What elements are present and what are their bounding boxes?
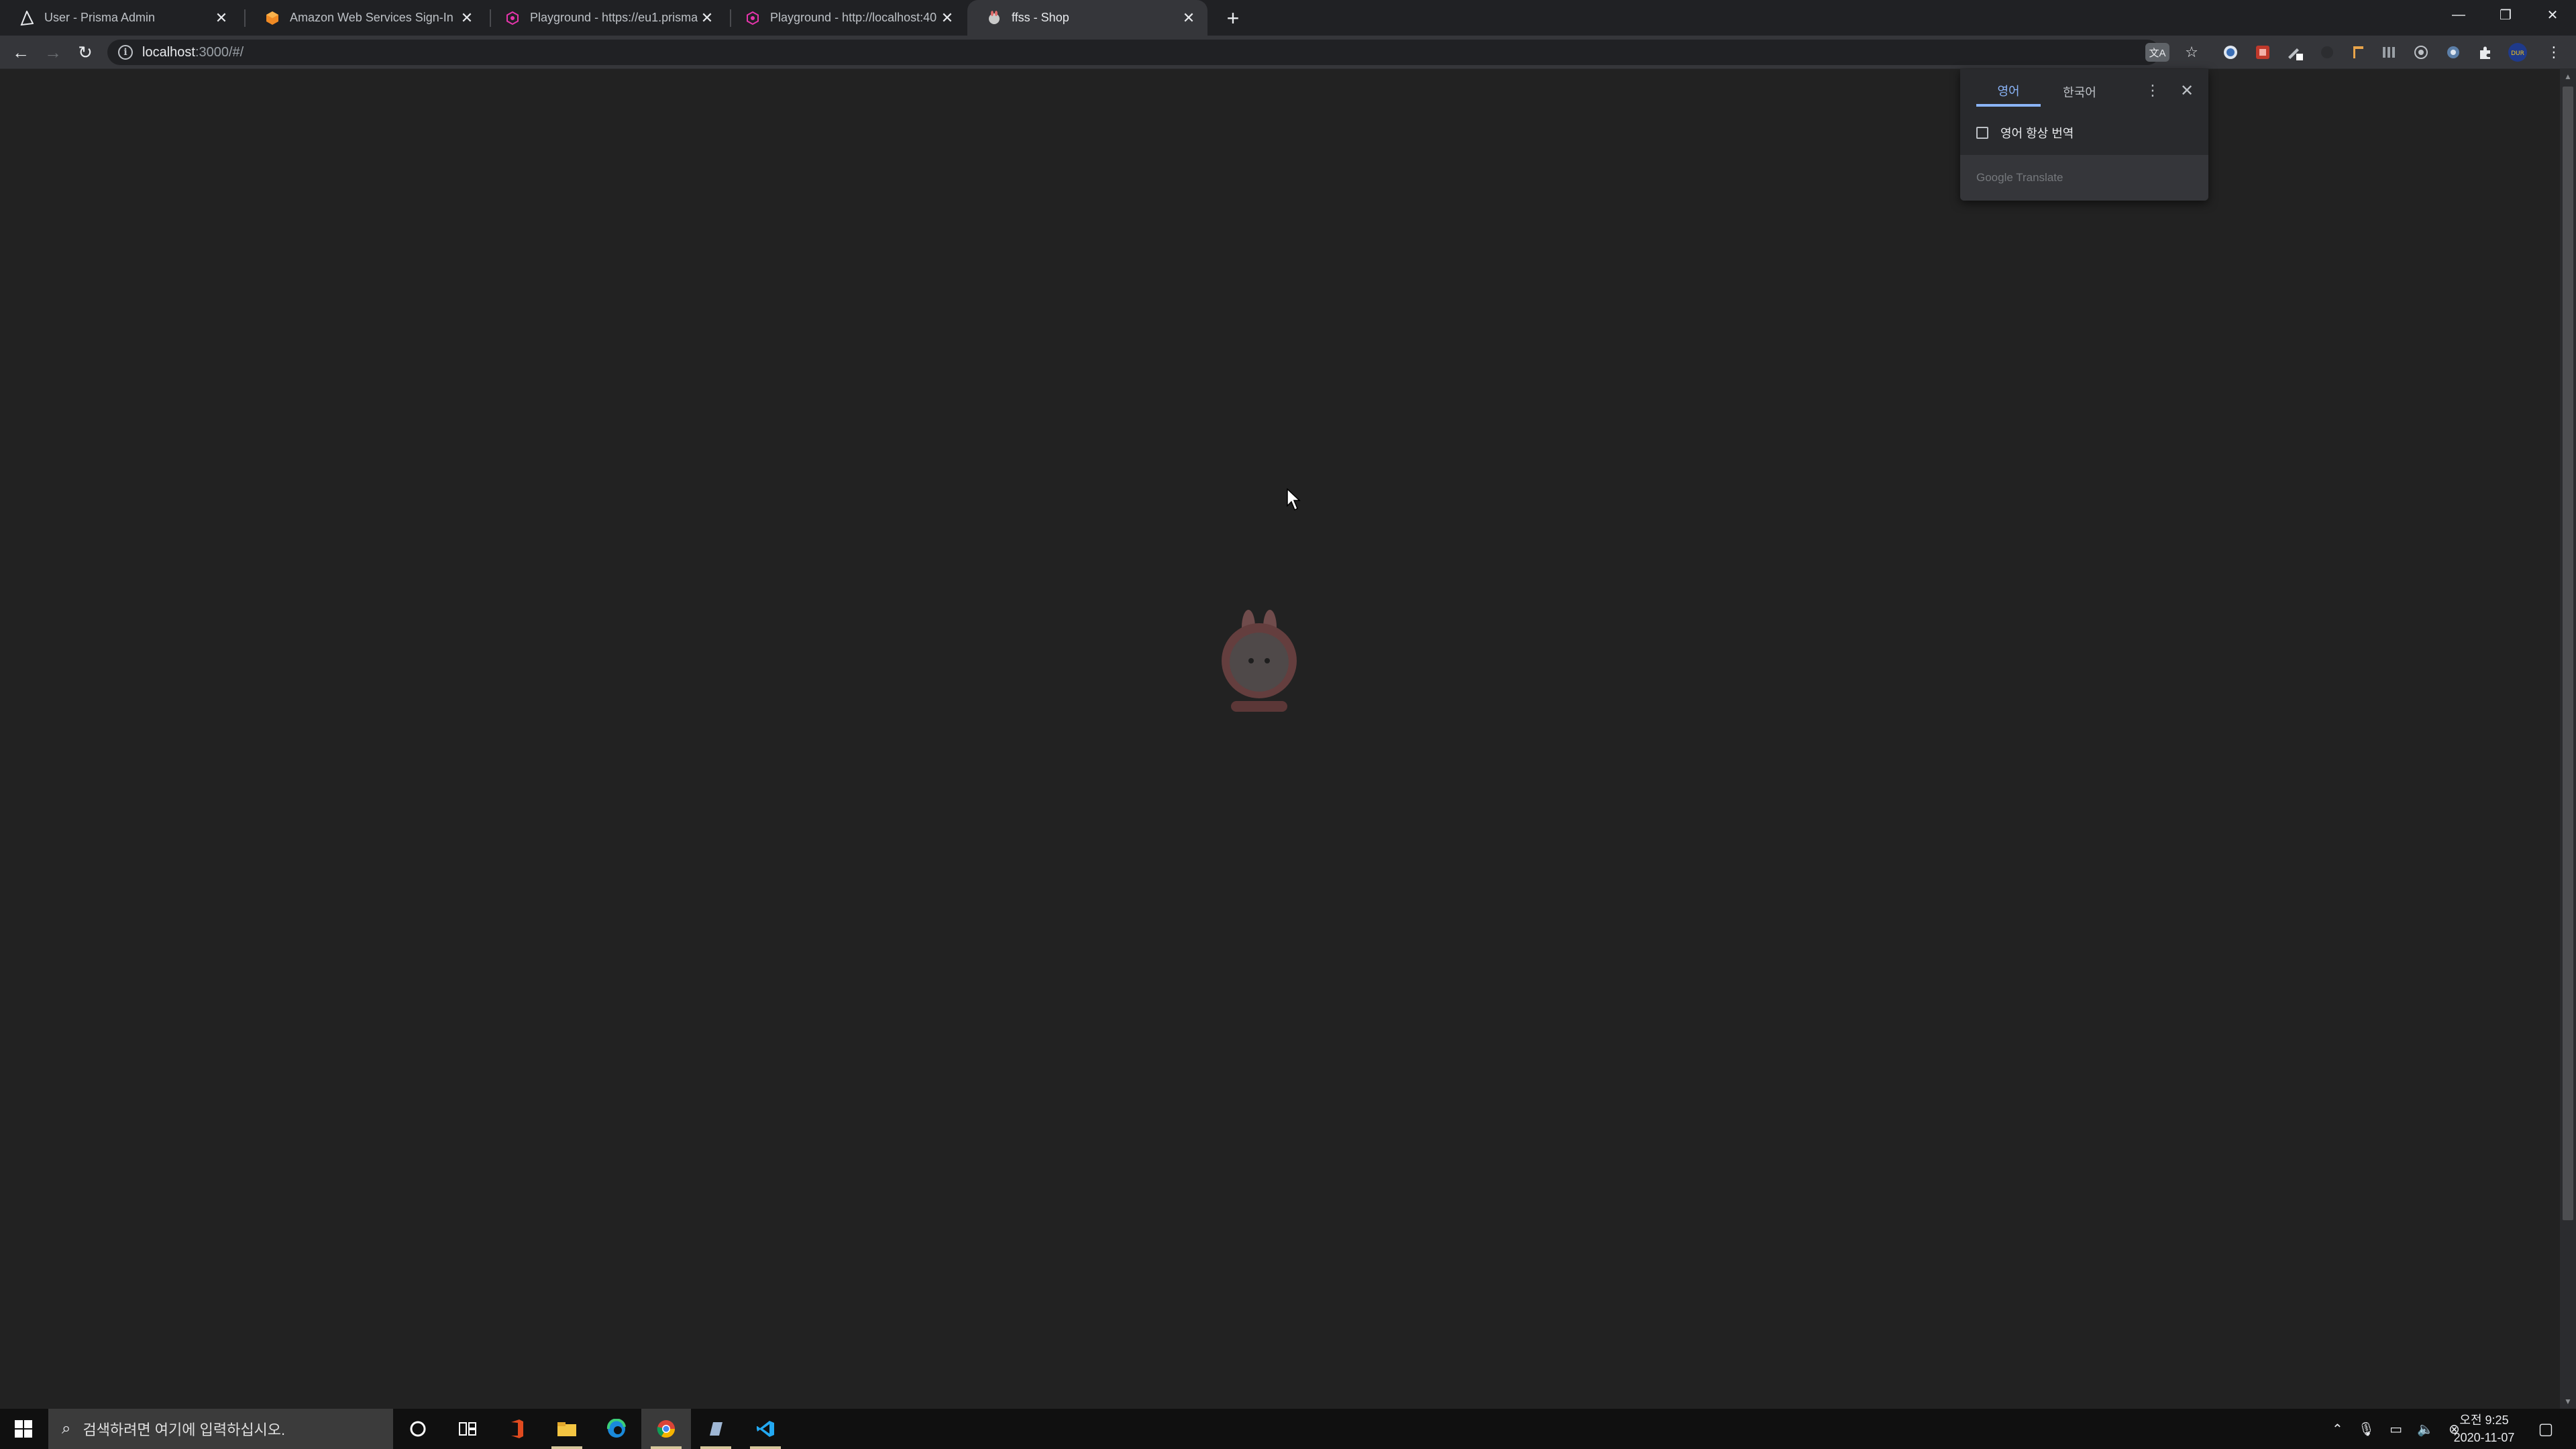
notes-app-icon[interactable] (691, 1409, 741, 1449)
chrome-icon[interactable] (641, 1409, 691, 1449)
scroll-down-icon[interactable]: ▼ (2560, 1394, 2576, 1409)
scrollbar-thumb[interactable] (2563, 87, 2573, 1220)
always-translate-label: 영어 항상 번역 (2000, 127, 2074, 140)
extension-flag-icon[interactable] (2348, 42, 2368, 62)
cortana-icon[interactable] (393, 1409, 443, 1449)
translate-footer: Google Translate (1960, 155, 2208, 201)
translate-more-options-icon[interactable]: ⋮ (2143, 78, 2163, 103)
forward-button[interactable]: → (42, 41, 64, 64)
profile-avatar-icon[interactable]: DUR (2508, 42, 2528, 62)
tab-title: Amazon Web Services Sign-In (290, 11, 453, 24)
translate-close-icon[interactable]: ✕ (2175, 78, 2199, 103)
windows-taskbar: ⌕ 검색하려면 여기에 입력하십시오. ⌃ 🎙 ▭ 🔈 ⊗ 오전 9:25 20… (0, 1409, 2576, 1449)
rabbit-mascot-icon (1222, 610, 1297, 712)
vscode-icon[interactable] (741, 1409, 790, 1449)
extensions-puzzle-icon[interactable] (2475, 42, 2496, 62)
translate-tab-korean[interactable]: 한국어 (2047, 77, 2112, 107)
translate-popup: 영어 한국어 ⋮ ✕ 영어 항상 번역 Google Translate (1960, 69, 2208, 201)
close-window-button[interactable]: ✕ (2529, 0, 2576, 30)
bookmark-star-icon[interactable]: ☆ (2180, 41, 2203, 64)
start-button[interactable] (0, 1409, 47, 1449)
windows-logo-icon (15, 1420, 32, 1438)
tab-close-icon[interactable]: ✕ (212, 9, 231, 28)
back-button[interactable]: ← (9, 41, 32, 64)
translate-icon[interactable]: 文A (2145, 43, 2169, 62)
graphql-icon (504, 10, 521, 26)
url-host: localhost (142, 44, 195, 60)
shop-icon (986, 10, 1002, 26)
always-translate-option[interactable]: 영어 항상 번역 (1976, 124, 2074, 142)
tab-strip: User - Prisma Admin ✕ Amazon Web Service… (0, 0, 2576, 36)
tab-title: ffss - Shop (1012, 11, 1069, 24)
extension-red-icon[interactable] (2253, 42, 2273, 62)
network-icon[interactable]: ▭ (2390, 1421, 2402, 1438)
tab-ffss-shop[interactable]: ffss - Shop ✕ (967, 0, 1208, 36)
taskbar-search-box[interactable]: ⌕ 검색하려면 여기에 입력하십시오. (48, 1409, 393, 1449)
google-translate-label: Google Translate (1976, 171, 2063, 184)
always-translate-checkbox[interactable] (1976, 127, 1988, 139)
page-scrollbar[interactable]: ▲ ▼ (2560, 69, 2576, 1409)
new-tab-button[interactable]: + (1220, 6, 1246, 30)
browser-menu-icon[interactable]: ⋮ (2542, 41, 2565, 64)
extension-gear-icon[interactable] (2443, 42, 2463, 62)
action-center-icon[interactable]: ▢ (2529, 1409, 2563, 1449)
tray-overflow-chevron-icon[interactable]: ⌃ (2332, 1421, 2343, 1438)
mouse-cursor-icon (1287, 488, 1301, 511)
microphone-icon[interactable]: 🎙 (2358, 1421, 2375, 1438)
clock-time: 오전 9:25 (2459, 1413, 2509, 1427)
search-icon: ⌕ (62, 1419, 71, 1438)
tab-close-icon[interactable]: ✕ (698, 9, 716, 28)
extension-dark-icon[interactable] (2317, 42, 2337, 62)
translate-tab-english[interactable]: 영어 (1976, 77, 2041, 107)
graphql-icon (745, 10, 761, 26)
page-content (0, 69, 2560, 1409)
site-info-icon[interactable]: i (118, 45, 133, 60)
tab-playground-eu1[interactable]: Playground - https://eu1.prisma ✕ (486, 0, 726, 36)
tab-title: Playground - https://eu1.prisma (530, 11, 698, 24)
tab-close-icon[interactable]: ✕ (458, 9, 476, 28)
file-explorer-icon[interactable] (542, 1409, 592, 1449)
tab-playground-localhost[interactable]: Playground - http://localhost:40 ✕ (726, 0, 966, 36)
taskbar-clock[interactable]: 오전 9:25 2020-11-07 (2440, 1411, 2528, 1446)
url-path: :3000/#/ (195, 44, 244, 60)
tab-title: User - Prisma Admin (44, 11, 156, 24)
tab-close-icon[interactable]: ✕ (1179, 9, 1198, 28)
address-bar[interactable]: i localhost :3000/#/ (107, 40, 2160, 65)
volume-icon[interactable]: 🔈 (2417, 1421, 2434, 1438)
extension-target-icon[interactable] (2411, 42, 2431, 62)
search-placeholder: 검색하려면 여기에 입력하십시오. (83, 1421, 286, 1438)
tab-title: Playground - http://localhost:40 (770, 11, 937, 24)
minimize-button[interactable]: — (2435, 0, 2482, 30)
tab-prisma-admin[interactable]: User - Prisma Admin ✕ (0, 0, 240, 36)
clock-date: 2020-11-07 (2453, 1431, 2515, 1444)
extension-pen-icon[interactable] (2285, 42, 2305, 62)
scroll-up-icon[interactable]: ▲ (2560, 69, 2576, 84)
screen: User - Prisma Admin ✕ Amazon Web Service… (0, 0, 2576, 1449)
office-icon[interactable] (492, 1409, 542, 1449)
tab-aws-sign-in[interactable]: Amazon Web Services Sign-In ✕ (246, 0, 486, 36)
task-view-icon[interactable] (443, 1409, 492, 1449)
edge-icon[interactable] (592, 1409, 641, 1449)
restore-button[interactable]: ❐ (2482, 0, 2529, 30)
tab-close-icon[interactable]: ✕ (938, 9, 957, 28)
prisma-icon (19, 10, 35, 26)
extension-bars-icon[interactable] (2379, 42, 2399, 62)
svg-text:DUR: DUR (2511, 50, 2524, 57)
browser-toolbar: ← → ↻ i localhost :3000/#/ 文A ☆ DUR ⋮ (0, 36, 2576, 69)
reload-button[interactable]: ↻ (74, 41, 97, 64)
extension-blue-circle-icon[interactable] (2220, 42, 2241, 62)
aws-icon (264, 10, 280, 26)
